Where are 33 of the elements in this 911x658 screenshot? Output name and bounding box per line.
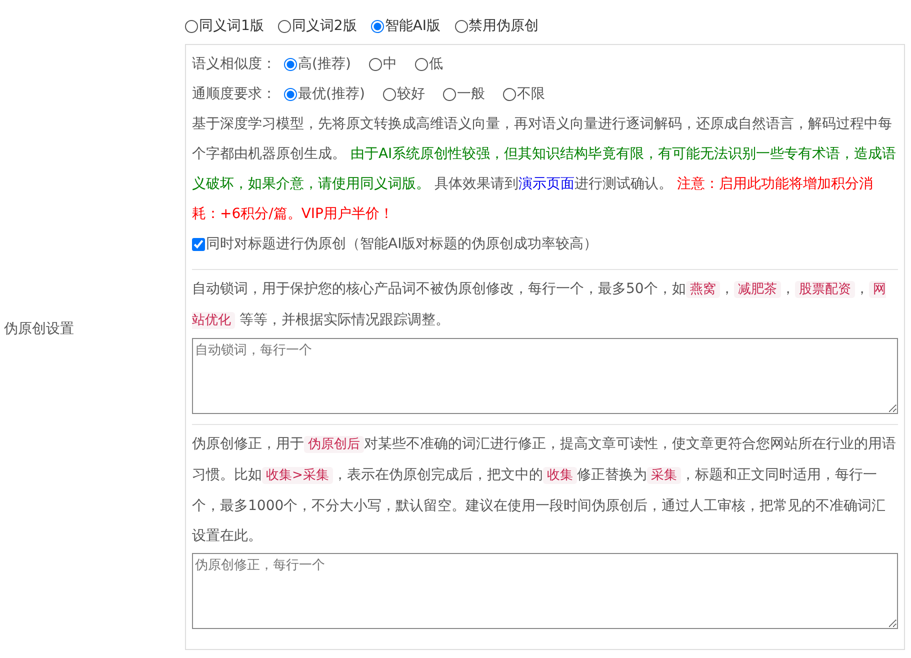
radio-label: 不限 <box>516 85 545 103</box>
radio-label: 较好 <box>396 85 425 103</box>
lock-words-input[interactable]: 自动锁词，每行一个 <box>192 338 898 414</box>
field-label: 语义相似度： <box>192 55 276 73</box>
description-paragraph: 伪原创修正，用于 伪原创后 对某些不准确的词汇进行修正，提高文章可读性，使文章更符合您网站所在行业的用语习惯。比如 收集>采集 ，表示在伪原创完成后，把文中的 收集 修正替换为 采集 ，标题和正文同时适用，每行一个，最多1000个，不分大小写，默认留空。建议在使用一段时间伪原创后，通过人工审核，把常见的不准确词汇设置在此。 <box>192 435 897 546</box>
radio-button[interactable] <box>370 20 384 32</box>
radio-label: 同义词1版 <box>199 17 264 35</box>
radio-button[interactable] <box>454 20 468 32</box>
radio-button[interactable] <box>284 88 297 100</box>
field-label: 通顺度要求： <box>192 85 276 103</box>
radio-label: 同义词2版 <box>292 17 357 35</box>
radio-button[interactable] <box>502 88 516 100</box>
corrections-input[interactable]: 伪原创修正，每行一个 <box>192 553 898 629</box>
description-paragraph: 基于深度学习模型，先将原文转换成高维语义向量，再对语义向量进行逐词解码，还原成自然语言，解码过程中每个字都由机器原创生成。 由于AI系统原创性较强，但其知识结构毕竟有限，有可能无法识别一些专有术语，造成语义破坏，如果介意，请使用同义词版。 具体效果请到演示页面进行测试确认。 注意：启用此功能将增加积分消耗：+6积分/篇。VIP用户半价！ <box>192 115 898 224</box>
radio-button[interactable] <box>382 88 396 100</box>
radio-label: 智能AI版 <box>384 17 441 35</box>
checkbox-label: 同时对标题进行伪原创（智能AI版对标题的伪原创成功率较高） <box>206 235 598 253</box>
settings-label: 伪原创设置 <box>4 321 74 337</box>
radio-button[interactable] <box>284 58 297 70</box>
radio-button[interactable] <box>414 58 428 70</box>
demo-page-link[interactable]: 演示页面 <box>518 176 574 192</box>
description-paragraph: 自动锁词，用于保护您的核心产品词不被伪原创修改，每行一个，最多50个，如 燕窝 ， 减肥茶 ， 股票配资 ， 网站优化 等等，并根据实际情况跟踪调整。 <box>192 280 887 331</box>
radio-button[interactable] <box>278 20 291 32</box>
radio-button[interactable] <box>442 88 456 100</box>
radio-button[interactable] <box>185 20 198 32</box>
radio-label: 最优(推荐) <box>298 85 365 103</box>
radio-label: 中 <box>382 55 397 73</box>
radio-label: 禁用伪原创 <box>468 17 539 35</box>
radio-label: 低 <box>428 55 443 73</box>
radio-button[interactable] <box>368 58 382 70</box>
checkbox[interactable] <box>192 238 205 250</box>
radio-label: 高(推荐) <box>298 55 351 73</box>
radio-label: 一般 <box>456 85 485 103</box>
